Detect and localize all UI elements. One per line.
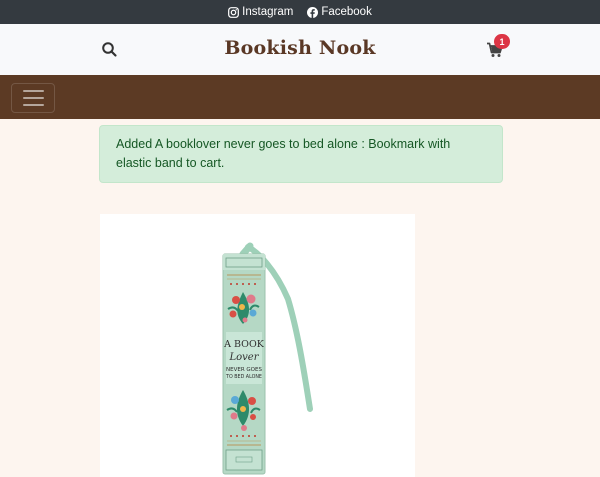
facebook-icon xyxy=(307,6,319,18)
hamburger-icon xyxy=(22,90,44,92)
bookmark-text-line4: TO BED ALONE xyxy=(225,374,262,380)
site-header: Bookish Nook 1 xyxy=(0,24,600,75)
product-image[interactable]: A BOOK Lover NEVER GOES TO BED ALONE xyxy=(100,214,415,477)
added-to-cart-alert: Added A booklover never goes to bed alon… xyxy=(99,125,503,183)
hamburger-icon xyxy=(22,97,44,99)
bookmark-illustration: A BOOK Lover NEVER GOES TO BED ALONE xyxy=(222,242,313,475)
bookmark-text-line3: NEVER GOES xyxy=(226,367,262,373)
instagram-icon xyxy=(228,6,240,18)
cart-count-badge: 1 xyxy=(494,34,510,49)
facebook-label: Facebook xyxy=(321,6,372,18)
instagram-link[interactable]: Instagram xyxy=(228,6,293,18)
bookmark-text-line2: Lover xyxy=(228,352,259,363)
navbar-toggler-button[interactable] xyxy=(11,83,55,113)
top-social-bar: Instagram Facebook xyxy=(0,0,600,24)
alert-message: Added A booklover never goes to bed alon… xyxy=(116,137,451,170)
bookmark-text-line1: A BOOK xyxy=(223,339,265,350)
hamburger-icon xyxy=(22,104,44,106)
facebook-link[interactable]: Facebook xyxy=(307,6,372,18)
main-navbar xyxy=(0,75,600,119)
instagram-label: Instagram xyxy=(242,6,294,18)
site-brand[interactable]: Bookish Nook xyxy=(0,37,600,59)
